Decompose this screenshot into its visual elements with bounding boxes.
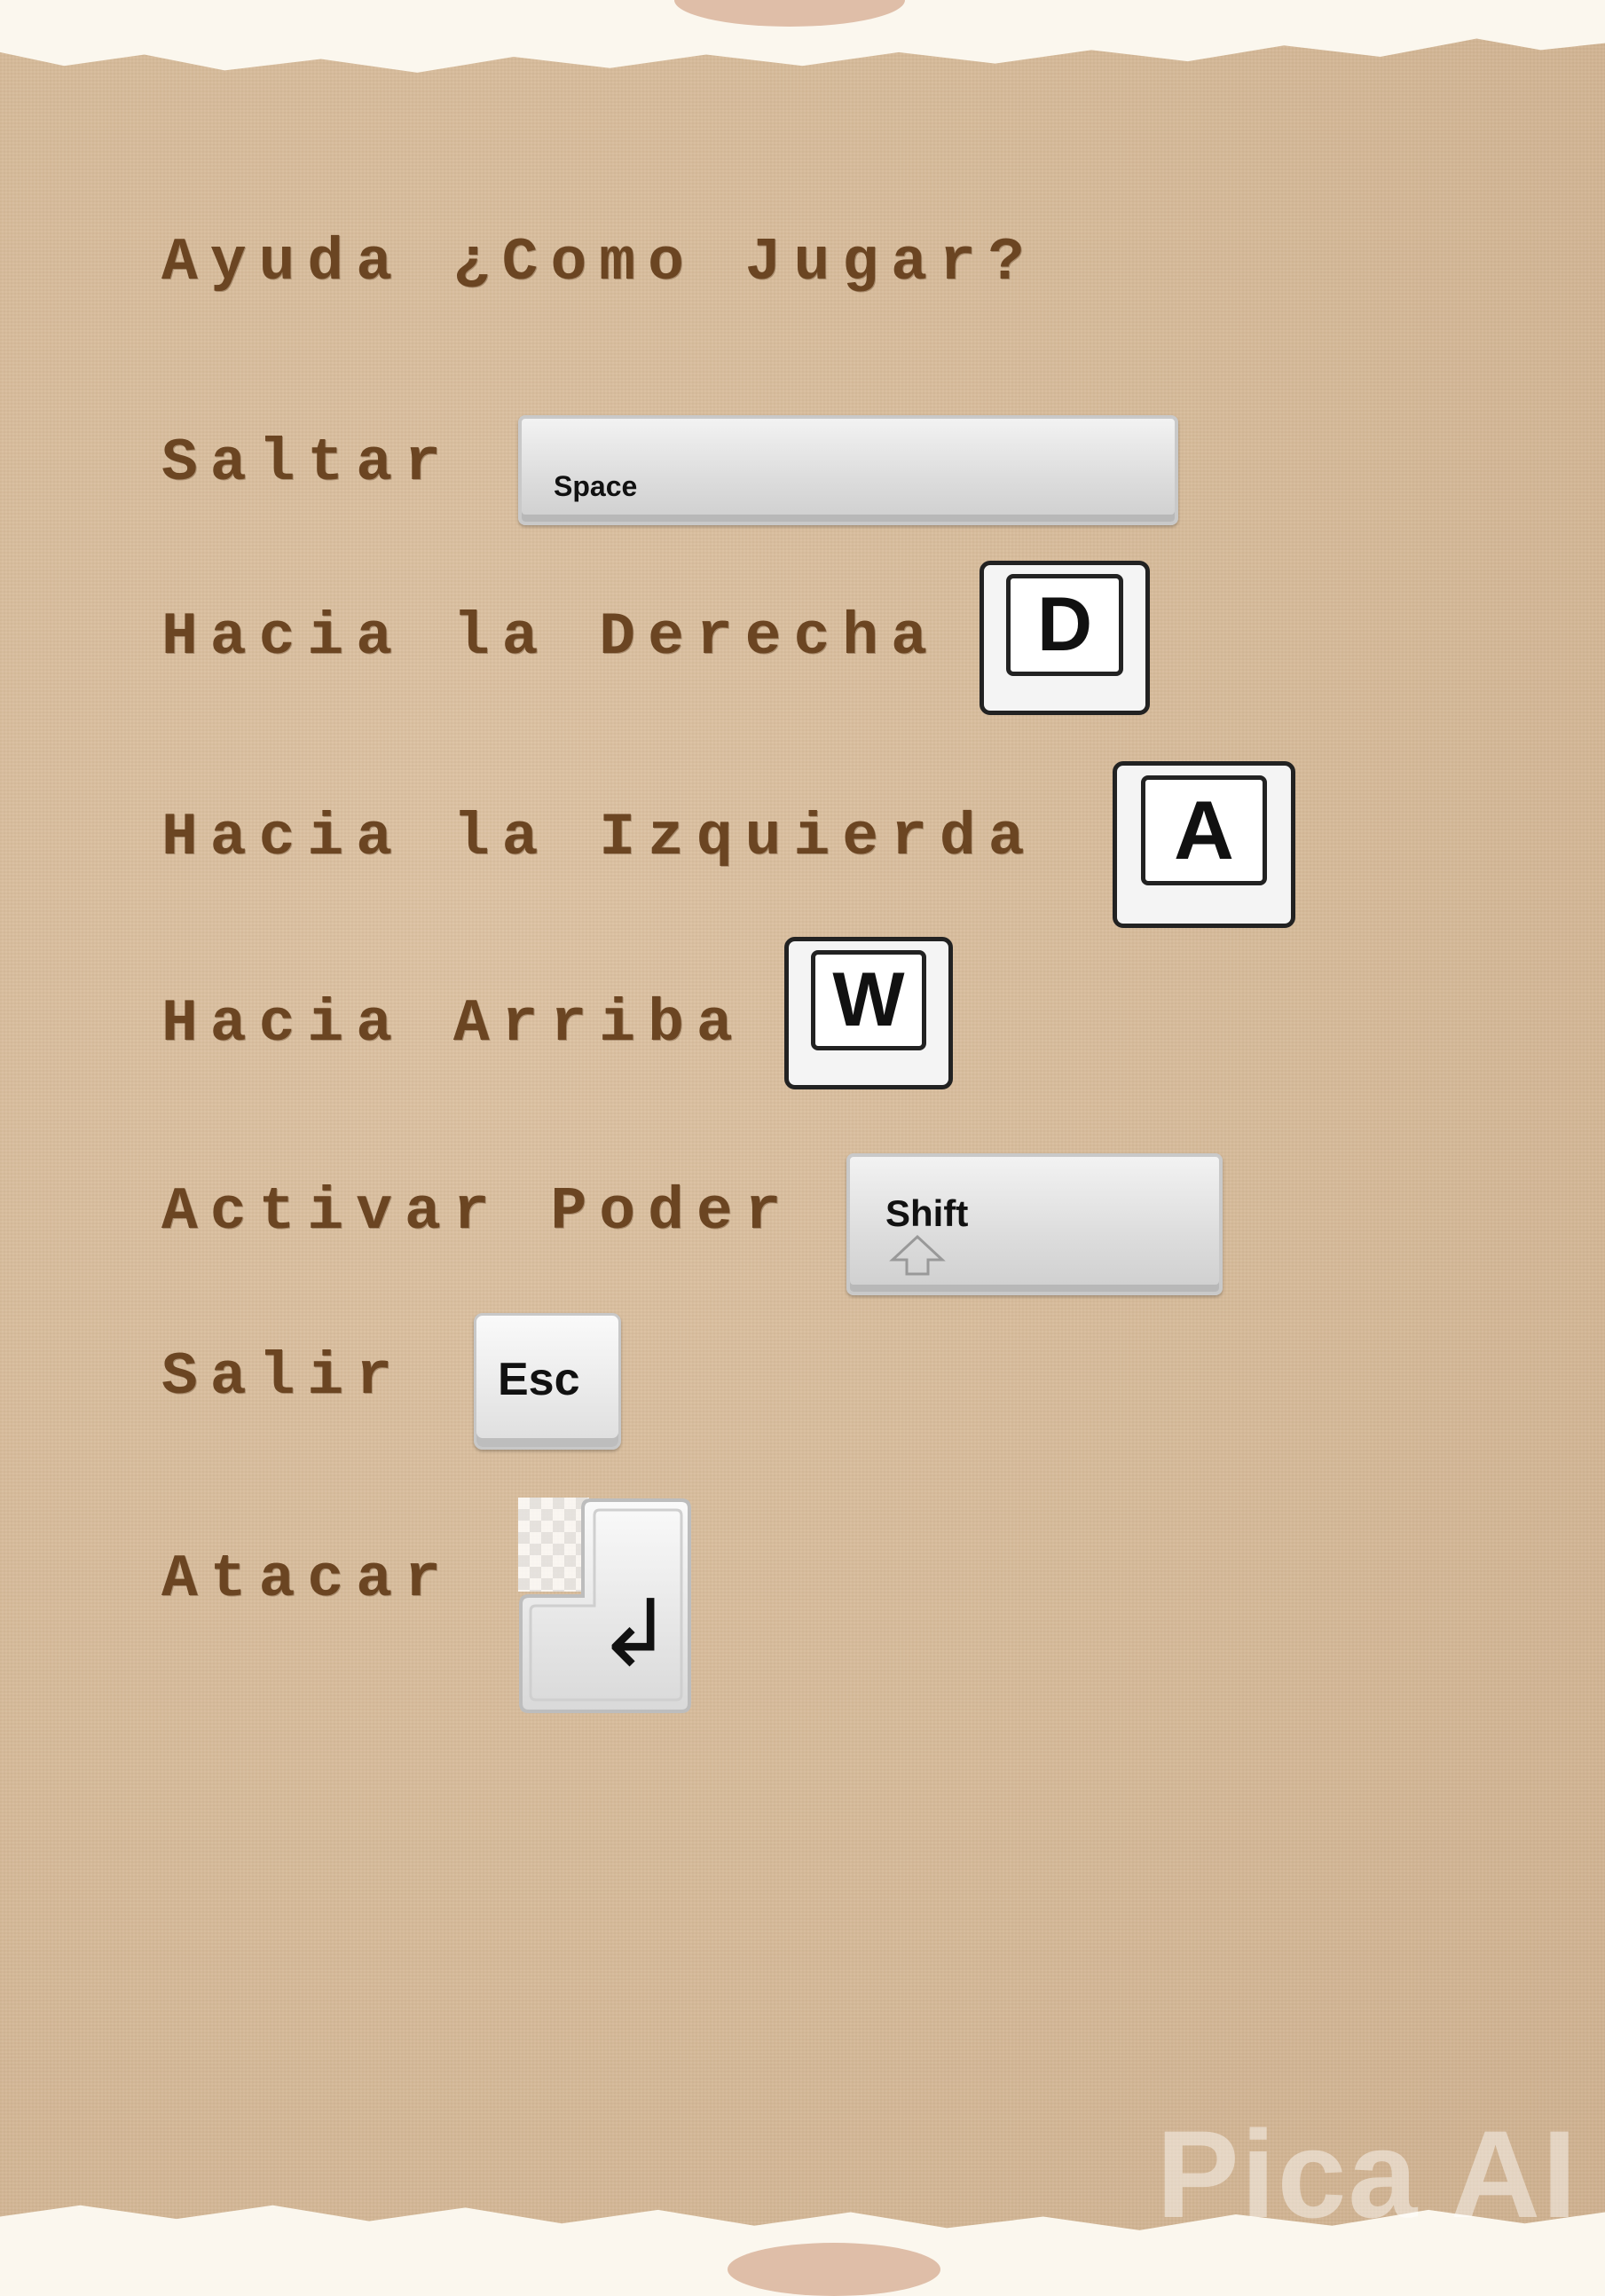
paper-sheet xyxy=(0,38,1605,2230)
d-key-icon: D xyxy=(980,561,1150,715)
action-label-left: Hacia la Izquierda xyxy=(161,804,1037,872)
action-label-power: Activar Poder xyxy=(161,1178,794,1246)
action-label-jump: Saltar xyxy=(161,429,453,498)
action-label-exit: Salir xyxy=(161,1343,405,1411)
a-key-icon: A xyxy=(1113,761,1295,928)
w-key-label: W xyxy=(811,949,926,1051)
action-label-up: Hacia Arriba xyxy=(161,990,745,1058)
w-key-icon: W xyxy=(784,937,953,1089)
d-key-label: D xyxy=(1006,573,1123,676)
space-key-label: Space xyxy=(554,470,638,502)
space-key-icon: Space xyxy=(518,415,1178,525)
enter-key-glyph: ↲ xyxy=(596,1579,674,1687)
shift-key-icon: Shift xyxy=(846,1153,1223,1295)
page-title: Ayuda ¿Como Jugar? xyxy=(161,229,1037,297)
action-label-attack: Atacar xyxy=(161,1545,453,1614)
watermark: Pica AI xyxy=(1156,2104,1578,2244)
esc-key-label: Esc xyxy=(498,1354,580,1405)
esc-key-icon: Esc xyxy=(474,1313,621,1450)
torn-paper-corner-bottom xyxy=(728,2243,940,2296)
action-label-right: Hacia la Derecha xyxy=(161,603,940,672)
a-key-label: A xyxy=(1141,775,1267,886)
torn-paper-corner-top xyxy=(674,0,905,27)
shift-key-label: Shift xyxy=(885,1192,969,1234)
shift-arrow-icon xyxy=(889,1234,946,1276)
